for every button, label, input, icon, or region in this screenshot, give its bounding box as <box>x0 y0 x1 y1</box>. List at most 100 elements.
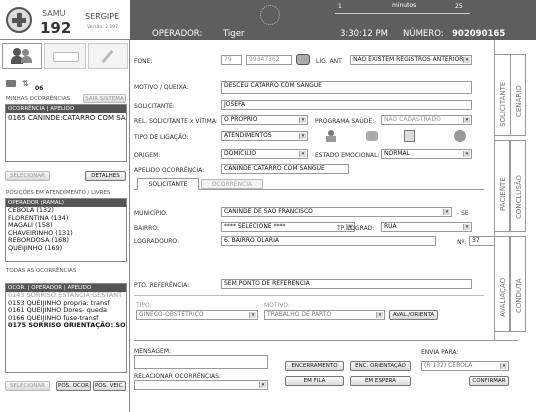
aval-button[interactable]: AVAL./ORIENTA <box>389 310 438 320</box>
bairro-select[interactable]: **** SELECIONE **** ▾ <box>221 222 355 232</box>
motivo-field[interactable]: DESCEU CATARRO COM SANGUE <box>221 81 472 94</box>
bairro-value: **** SELECIONE **** <box>224 223 286 230</box>
tab-conclusao-label: CONCLUSÃO <box>515 175 523 219</box>
number-value: 902090165 <box>452 29 506 39</box>
select-button[interactable]: SELECIONAR <box>5 171 50 181</box>
sidebar-tab-tools[interactable] <box>88 43 128 69</box>
tp-lograd-label: TP. LOGRAD: <box>337 225 375 232</box>
tipo-lig-label: TIPO DE LIGAÇÃO: <box>134 134 189 141</box>
municipio-value: CANINDE DE SAO FRANCISCO <box>224 208 313 215</box>
tp-lograd-select[interactable]: RUA ▾ <box>381 222 472 232</box>
lig-ant-select[interactable]: NÃO EXISTEM REGISTROS ANTERIOR ▾ <box>350 55 472 65</box>
sidebar-tab-users[interactable] <box>2 43 42 69</box>
agenda-icon[interactable] <box>404 130 415 142</box>
enc-orientacao-button[interactable]: ENC. ORIENTAÇÃO <box>350 361 411 371</box>
estado-label: ESTADO EMOCIONAL: <box>315 152 380 159</box>
chevron-down-icon: ▾ <box>299 151 306 157</box>
person-icon[interactable] <box>326 130 336 142</box>
logradouro-field[interactable]: 6. BAIRRO OLARIA <box>221 236 436 246</box>
tab-cenario[interactable]: CENÁRIO <box>510 54 526 136</box>
chevron-down-icon: ▾ <box>500 363 507 369</box>
motivo2-select[interactable]: TRABALHO DE PARTO ▾ <box>264 310 385 320</box>
solicitante-field[interactable]: JOSEFA <box>221 100 472 110</box>
operator-label: OPERADOR: <box>152 29 203 39</box>
pos-ocor-button[interactable]: POS. OCOR <box>56 381 91 391</box>
phone-icon[interactable] <box>296 54 310 65</box>
details-button[interactable]: DETALHES <box>85 171 126 181</box>
tab-conduta-label: CONDUTA <box>515 278 523 313</box>
numero-field[interactable]: 37 <box>469 236 496 246</box>
medical-icon[interactable] <box>366 131 378 141</box>
estado-value: NORMAL <box>384 150 411 157</box>
envia-para-select[interactable]: (R 132) CEBOLA ▾ <box>421 361 509 371</box>
pos-veic-button[interactable]: POS. VEIC. <box>93 381 126 391</box>
tab-ocorrencia[interactable]: OCORRÊNCIA <box>201 179 263 189</box>
logradouro-label: LOGRADOURO: <box>134 238 180 245</box>
users-icon <box>11 48 33 64</box>
separator-bottom <box>134 340 518 341</box>
refresh-icon[interactable]: ⇅ <box>22 79 29 88</box>
mensagem-field[interactable] <box>134 355 268 369</box>
tab-avaliacao[interactable]: AVALIAÇÃO <box>494 236 510 332</box>
list-item[interactable]: 0175 SORRISO ORIENTAÇÃO: SOCC <box>6 322 126 330</box>
confirmar-button[interactable]: CONFIRMAR <box>469 376 509 386</box>
city-label: SERGIPE <box>85 12 120 21</box>
tab-avaliacao-label: AVALIAÇÃO <box>499 277 507 317</box>
programa-select[interactable]: NÃO CADASTRADO ▾ <box>381 115 472 125</box>
message-icon[interactable] <box>6 80 16 87</box>
solicitante-label: SOLICITANTE: <box>134 103 175 110</box>
tab-paciente[interactable]: PACIENTE <box>494 140 510 232</box>
apelido-field[interactable]: CANINDE CATARRO COM SANGUE <box>221 164 349 174</box>
tipo-value: GINECO-OBSTÉTRICO <box>139 311 204 318</box>
programa-value: NÃO CADASTRADO <box>384 116 441 123</box>
sidebar-tab-ambulance[interactable] <box>44 43 86 69</box>
samu-logo-icon <box>6 7 32 33</box>
timer-left: 1 <box>338 3 342 10</box>
tipo-lig-select[interactable]: ATENDIMENTOS ▾ <box>221 131 308 141</box>
logo-area: SAMU 192 SERGIPE Versão: 2.197 <box>0 0 130 40</box>
em-fila-button[interactable]: EM FILA <box>285 376 344 386</box>
origem-value: DOMICÍLIO <box>224 150 257 157</box>
chevron-down-icon: ▾ <box>463 151 470 157</box>
motivo-label: MOTIVO / QUEIXA: <box>134 84 189 91</box>
list-item[interactable]: QUEIJINHO (169) <box>6 244 126 253</box>
all-occurrences-list[interactable]: OCOR. | OPERADOR | APELIDO 0143 SORRISO … <box>5 283 127 373</box>
phone-number-field[interactable]: 99347362 <box>246 55 292 65</box>
tab-conduta[interactable]: CONDUTA <box>510 236 526 332</box>
phone-label: FONE: <box>134 58 153 65</box>
tab-conclusao[interactable]: CONCLUSÃO <box>510 140 526 232</box>
tipo-label: TIPO: <box>136 302 152 309</box>
estado-select[interactable]: NORMAL ▾ <box>381 149 472 159</box>
pto-ref-field[interactable]: SEM PONTO DE REFERENCIA <box>221 279 472 289</box>
rel-value: O PRÓPRIO <box>224 116 258 123</box>
separator <box>134 295 484 296</box>
my-list-header: OCORRÊNCIA | APELIDO <box>6 105 126 113</box>
rel-label: REL. SOLICITANTE x VÍTIMA: <box>134 118 218 125</box>
clock-icon <box>260 5 280 25</box>
logo-brand: SAMU <box>42 9 66 18</box>
phone-ddd-field[interactable]: 79 <box>221 55 242 65</box>
tab-solicitante-side[interactable]: SOLICITANTE <box>494 54 510 136</box>
mensagem-label: MENSAGEM: <box>134 348 172 355</box>
envia-para-label: ENVIA PARA: <box>421 349 459 356</box>
alert-icon[interactable] <box>454 130 466 142</box>
operators-list[interactable]: OPERADOR (RAMAL) CEBOLA (132) FLORENTINA… <box>5 198 127 262</box>
relacionar-select[interactable]: ▾ <box>134 380 268 390</box>
list-item[interactable]: 0165 CANINDE:CATARRO COM SAN <box>6 113 126 123</box>
municipio-label: MUNICÍPIO: <box>134 210 168 217</box>
em-espera-button[interactable]: EM ESPERA <box>350 376 411 386</box>
municipio-select[interactable]: CANINDE DE SAO FRANCISCO ▾ <box>221 207 452 217</box>
my-occurrences-list[interactable]: OCORRÊNCIA | APELIDO 0165 CANINDE:CATARR… <box>5 104 127 162</box>
lig-ant-label: LIG. ANT <box>316 58 342 65</box>
tab-solicitante[interactable]: SOLICITANTE <box>137 178 199 190</box>
origem-select[interactable]: DOMICÍLIO ▾ <box>221 149 308 159</box>
version-label: Versão: 2.197 <box>87 25 119 30</box>
exit-system-button[interactable]: SAIR SISTEMA <box>83 94 126 103</box>
rel-select[interactable]: O PRÓPRIO ▾ <box>221 115 308 125</box>
encerramento-button[interactable]: ENCERRAMENTO <box>285 361 344 371</box>
tab-cenario-label: CENÁRIO <box>515 85 523 117</box>
select-button-2[interactable]: SELECIONAR <box>5 381 50 391</box>
chevron-down-icon: ▾ <box>249 312 256 318</box>
top-bar: 1 minutos 25 OPERADOR: Tiger 3:30:12 PM … <box>130 0 536 40</box>
tipo-select[interactable]: GINECO-OBSTÉTRICO ▾ <box>136 310 258 320</box>
